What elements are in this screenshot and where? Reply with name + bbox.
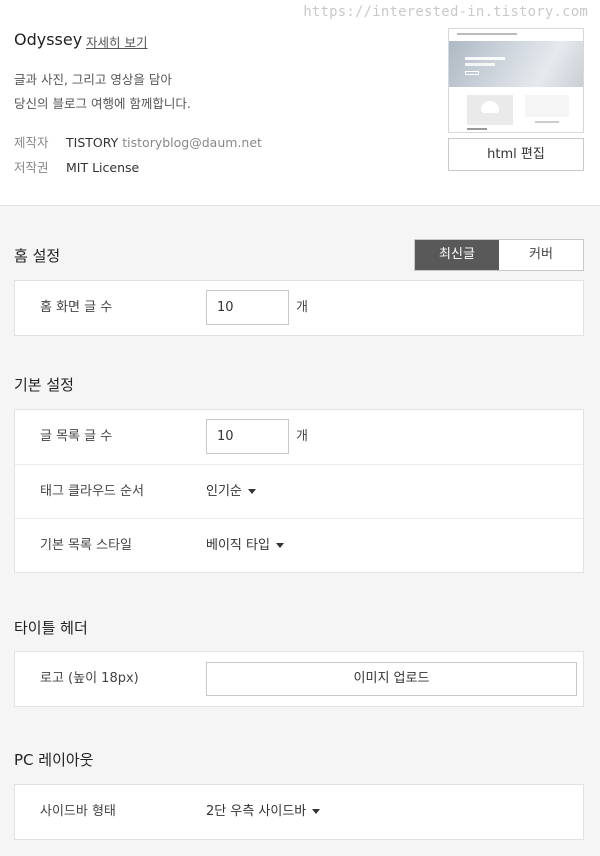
title-header-title: 타이틀 헤더 <box>14 619 88 637</box>
pc-layout-title: PC 레이아웃 <box>14 751 94 769</box>
sidebar-label: 사이드바 형태 <box>40 804 116 819</box>
title-header-card: 로고 (높이 18px) 이미지 업로드 <box>14 651 584 707</box>
home-posts-row: 홈 화면 글 수 10 개 <box>15 281 583 335</box>
list-style-select[interactable]: 베이직 타입 <box>206 519 284 573</box>
theme-description: 글과 사진, 그리고 영상을 담아 당신의 블로그 여행에 함께합니다. <box>14 68 191 116</box>
edit-html-button[interactable]: html 편집 <box>448 138 584 171</box>
author-name: TISTORY <box>66 135 119 150</box>
chevron-down-icon <box>247 489 256 494</box>
license-label: 저작권 <box>14 160 49 175</box>
tag-cloud-row: 태그 클라우드 순서 인기순 <box>15 464 583 518</box>
chevron-down-icon <box>312 809 321 814</box>
theme-preview-thumbnail <box>448 28 584 133</box>
basic-settings-card: 글 목록 글 수 10 개 태그 클라우드 순서 인기순 기본 목록 스타일 베… <box>14 409 584 573</box>
list-count-unit: 개 <box>296 429 308 444</box>
chevron-down-icon <box>275 543 284 548</box>
pc-layout-card: 사이드바 형태 2단 우측 사이드바 <box>14 784 584 840</box>
list-style-value: 베이직 타입 <box>206 538 270 553</box>
theme-author: 제작자 TISTORY tistoryblog@daum.net <box>14 132 262 151</box>
home-posts-input[interactable]: 10 <box>206 290 289 325</box>
home-type-toggle: 최신글 커버 <box>414 239 584 271</box>
author-email: tistoryblog@daum.net <box>122 135 262 150</box>
logo-label: 로고 (높이 18px) <box>40 671 139 686</box>
author-label: 제작자 <box>14 135 49 150</box>
toggle-latest-posts[interactable]: 최신글 <box>415 240 499 270</box>
tag-cloud-order-value: 인기순 <box>206 484 242 499</box>
theme-description-line-2: 당신의 블로그 여행에 함께합니다. <box>14 96 191 111</box>
theme-license: 저작권 MIT License <box>14 157 139 176</box>
home-settings-title: 홈 설정 <box>14 247 61 265</box>
sidebar-type-value: 2단 우측 사이드바 <box>206 804 307 819</box>
sidebar-row: 사이드바 형태 2단 우측 사이드바 <box>15 785 583 839</box>
home-posts-unit: 개 <box>296 300 308 315</box>
theme-info-panel: https://interested-in.tistory.com Odysse… <box>0 0 600 206</box>
list-count-row: 글 목록 글 수 10 개 <box>15 410 583 464</box>
image-upload-button[interactable]: 이미지 업로드 <box>206 662 577 696</box>
tag-cloud-label: 태그 클라우드 순서 <box>40 484 144 499</box>
watermark-url: https://interested-in.tistory.com <box>303 4 588 20</box>
theme-name: Odyssey <box>14 30 83 49</box>
list-count-label: 글 목록 글 수 <box>40 429 113 444</box>
theme-description-line-1: 글과 사진, 그리고 영상을 담아 <box>14 72 172 87</box>
logo-row: 로고 (높이 18px) 이미지 업로드 <box>15 652 583 706</box>
license-value: MIT License <box>66 160 140 175</box>
home-settings-card: 홈 화면 글 수 10 개 <box>14 280 584 336</box>
sidebar-type-select[interactable]: 2단 우측 사이드바 <box>206 785 321 839</box>
theme-detail-link[interactable]: 자세히 보기 <box>86 32 147 51</box>
home-posts-label: 홈 화면 글 수 <box>40 300 113 315</box>
tag-cloud-order-select[interactable]: 인기순 <box>206 465 256 519</box>
list-style-row: 기본 목록 스타일 베이직 타입 <box>15 518 583 572</box>
list-count-input[interactable]: 10 <box>206 419 289 454</box>
list-style-label: 기본 목록 스타일 <box>40 538 132 553</box>
basic-settings-title: 기본 설정 <box>14 376 74 394</box>
toggle-cover[interactable]: 커버 <box>499 240 583 270</box>
